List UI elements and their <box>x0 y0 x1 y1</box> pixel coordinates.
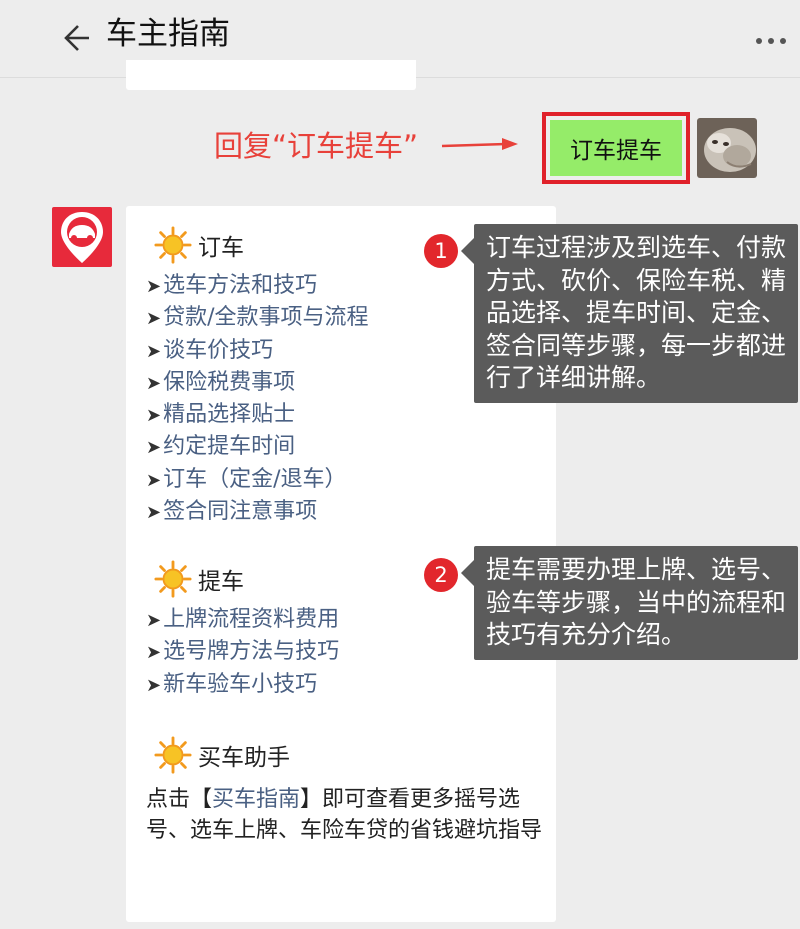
link-label[interactable]: 约定提车时间 <box>163 434 295 459</box>
link-item[interactable]: ➤贷款/全款事项与流程 <box>146 302 369 334</box>
previous-message-bubble <box>126 60 416 90</box>
section-heading-pickup: 提车 <box>154 560 244 598</box>
highlight-frame: 订车提车 <box>542 112 690 184</box>
link-label[interactable]: 上牌流程资料费用 <box>163 607 339 632</box>
bullet-arrow-icon: ➤ <box>146 405 162 427</box>
assistant-text: 点击【买车指南】即可查看更多摇号选号、选车上牌、车险车贷的省钱避坑指导 <box>146 787 543 843</box>
sun-icon <box>154 560 192 598</box>
link-item[interactable]: ➤上牌流程资料费用 <box>146 604 339 636</box>
sent-message-bubble[interactable]: 订车提车 <box>550 120 682 176</box>
bullet-arrow-icon: ➤ <box>146 372 162 394</box>
link-label[interactable]: 精品选择贴士 <box>163 402 295 427</box>
link-label[interactable]: 新车验车小技巧 <box>163 672 317 697</box>
callout-tooltip: 订车过程涉及到选车、付款方式、砍价、保险车税、精品选择、提车时间、定金、签合同等… <box>461 224 798 403</box>
bullet-arrow-icon: ➤ <box>146 610 162 631</box>
callout-tooltip: 提车需要办理上牌、选号、验车等步骤，当中的流程和技巧有充分介绍。 <box>461 546 798 660</box>
section-title: 买车助手 <box>198 745 290 771</box>
section-heading-assistant: 买车助手 <box>154 736 290 774</box>
link-item[interactable]: ➤订车（定金/退车） <box>146 464 369 496</box>
section-title: 提车 <box>198 569 244 595</box>
bullet-arrow-icon: ➤ <box>146 276 162 297</box>
sun-icon <box>154 226 192 264</box>
link-label[interactable]: 保险税费事项 <box>163 370 295 395</box>
callout-number-badge: 1 <box>424 234 458 268</box>
section-heading-order: 订车 <box>154 226 244 264</box>
sun-icon <box>154 736 192 774</box>
bullet-arrow-icon: ➤ <box>146 674 162 696</box>
arrow-icon <box>441 138 518 150</box>
link-item[interactable]: ➤新车验车小技巧 <box>146 669 339 701</box>
callout-number-badge: 2 <box>424 558 458 592</box>
guide-link[interactable]: 买车指南 <box>212 787 300 812</box>
back-arrow-icon[interactable] <box>56 20 92 56</box>
link-item[interactable]: ➤约定提车时间 <box>146 431 369 463</box>
link-label[interactable]: 贷款/全款事项与流程 <box>163 305 368 330</box>
user-avatar[interactable] <box>697 118 757 178</box>
link-item[interactable]: ➤精品选择贴士 <box>146 399 369 431</box>
link-label[interactable]: 签合同注意事项 <box>163 499 317 524</box>
link-item[interactable]: ➤选车方法和技巧 <box>146 270 369 302</box>
bullet-arrow-icon: ➤ <box>146 642 162 664</box>
link-item[interactable]: ➤选号牌方法与技巧 <box>146 636 339 668</box>
page-title: 车主指南 <box>106 16 230 52</box>
link-label[interactable]: 订车（定金/退车） <box>163 467 346 492</box>
link-item[interactable]: ➤签合同注意事项 <box>146 496 369 528</box>
section-title: 订车 <box>198 235 244 261</box>
link-label[interactable]: 选号牌方法与技巧 <box>163 639 339 664</box>
link-label[interactable]: 选车方法和技巧 <box>163 273 317 298</box>
bullet-arrow-icon: ➤ <box>146 340 162 362</box>
bot-avatar[interactable] <box>52 207 112 267</box>
car-pin-icon <box>61 212 103 263</box>
bullet-arrow-icon: ➤ <box>146 502 162 524</box>
order-link-list: ➤选车方法和技巧 ➤贷款/全款事项与流程 ➤谈车价技巧 ➤保险税费事项 ➤精品选择贴士 ➤… <box>146 270 369 528</box>
pickup-link-list: ➤上牌流程资料费用 ➤选号牌方法与技巧 ➤新车验车小技巧 <box>146 604 339 701</box>
bullet-arrow-icon: ➤ <box>146 469 162 491</box>
avatar-photo-icon <box>697 118 757 178</box>
more-dots-icon[interactable] <box>752 30 792 50</box>
link-item[interactable]: ➤谈车价技巧 <box>146 335 369 367</box>
link-label[interactable]: 谈车价技巧 <box>163 338 273 363</box>
link-item[interactable]: ➤保险税费事项 <box>146 367 369 399</box>
bullet-arrow-icon: ➤ <box>146 308 162 330</box>
bullet-arrow-icon: ➤ <box>146 437 162 459</box>
reply-annotation: 回复“订车提车” <box>214 129 419 163</box>
